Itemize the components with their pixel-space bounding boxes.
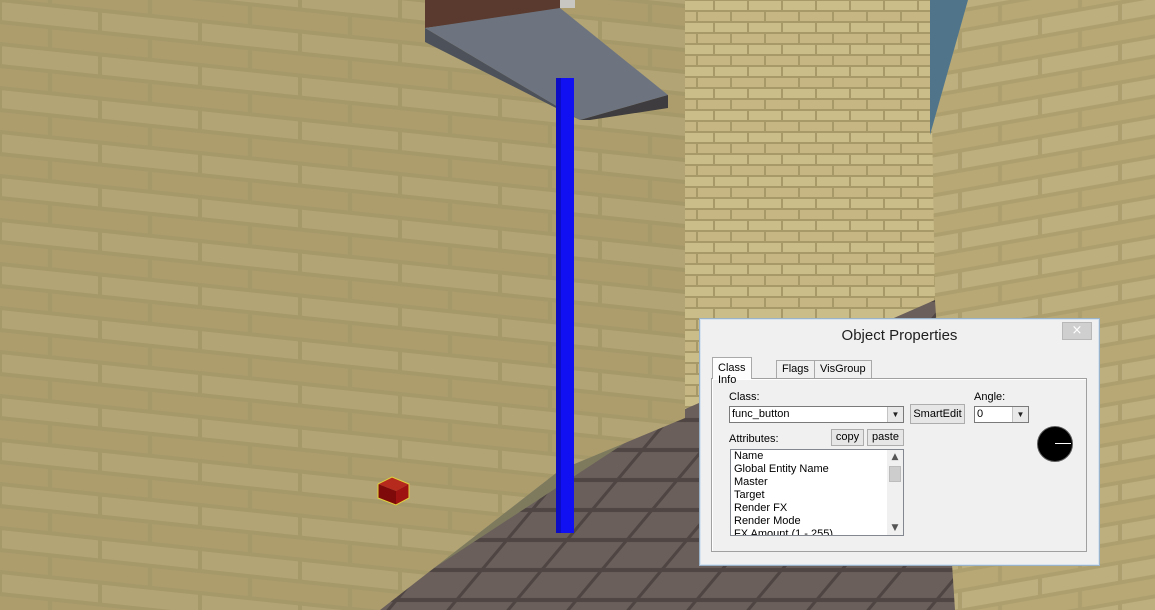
smartedit-button[interactable]: SmartEdit <box>910 404 965 424</box>
scroll-thumb[interactable] <box>889 466 901 482</box>
list-item[interactable]: Name <box>734 450 884 463</box>
list-item[interactable]: Render Mode <box>734 515 884 528</box>
close-button[interactable]: × <box>1062 322 1092 340</box>
class-value: func_button <box>732 408 790 420</box>
attributes-list[interactable]: Name Global Entity Name Master Target Re… <box>730 449 904 536</box>
class-select[interactable]: func_button ▼ <box>729 406 904 423</box>
paste-button[interactable]: paste <box>867 429 904 446</box>
chevron-down-icon[interactable]: ▼ <box>887 407 903 422</box>
angle-needle <box>1055 443 1071 444</box>
attributes-label: Attributes: <box>729 433 779 445</box>
scroll-up-icon[interactable]: ▲ <box>887 450 903 464</box>
copy-button[interactable]: copy <box>831 429 864 446</box>
object-properties-dialog: Object Properties × Class Info Flags Vis… <box>699 318 1100 566</box>
angle-dial[interactable] <box>1037 426 1073 462</box>
list-item[interactable]: Target <box>734 489 884 502</box>
tab-visgroup[interactable]: VisGroup <box>814 360 872 378</box>
list-item[interactable]: Render FX <box>734 502 884 515</box>
title-bar[interactable]: Object Properties × <box>700 319 1099 351</box>
scroll-down-icon[interactable]: ▼ <box>887 521 903 535</box>
dialog-title: Object Properties <box>841 327 958 344</box>
close-icon: × <box>1071 323 1083 338</box>
list-item[interactable]: Master <box>734 476 884 489</box>
angle-value: 0 <box>977 408 984 420</box>
list-item[interactable]: Global Entity Name <box>734 463 884 476</box>
list-item[interactable]: FX Amount (1 - 255) <box>734 528 884 535</box>
class-info-panel: Class: func_button ▼ SmartEdit Angle: 0 … <box>711 378 1087 552</box>
tab-flags[interactable]: Flags <box>776 360 815 378</box>
angle-label: Angle: <box>974 391 1006 403</box>
attributes-scrollbar[interactable]: ▲ ▼ <box>887 450 903 535</box>
dialog-client: Class Info Flags VisGroup Class: func_bu… <box>709 350 1089 555</box>
tab-class-info[interactable]: Class Info <box>712 357 752 386</box>
angle-select[interactable]: 0 ▼ <box>974 406 1029 423</box>
class-label: Class: <box>729 391 760 403</box>
chevron-down-icon[interactable]: ▼ <box>1012 407 1028 422</box>
